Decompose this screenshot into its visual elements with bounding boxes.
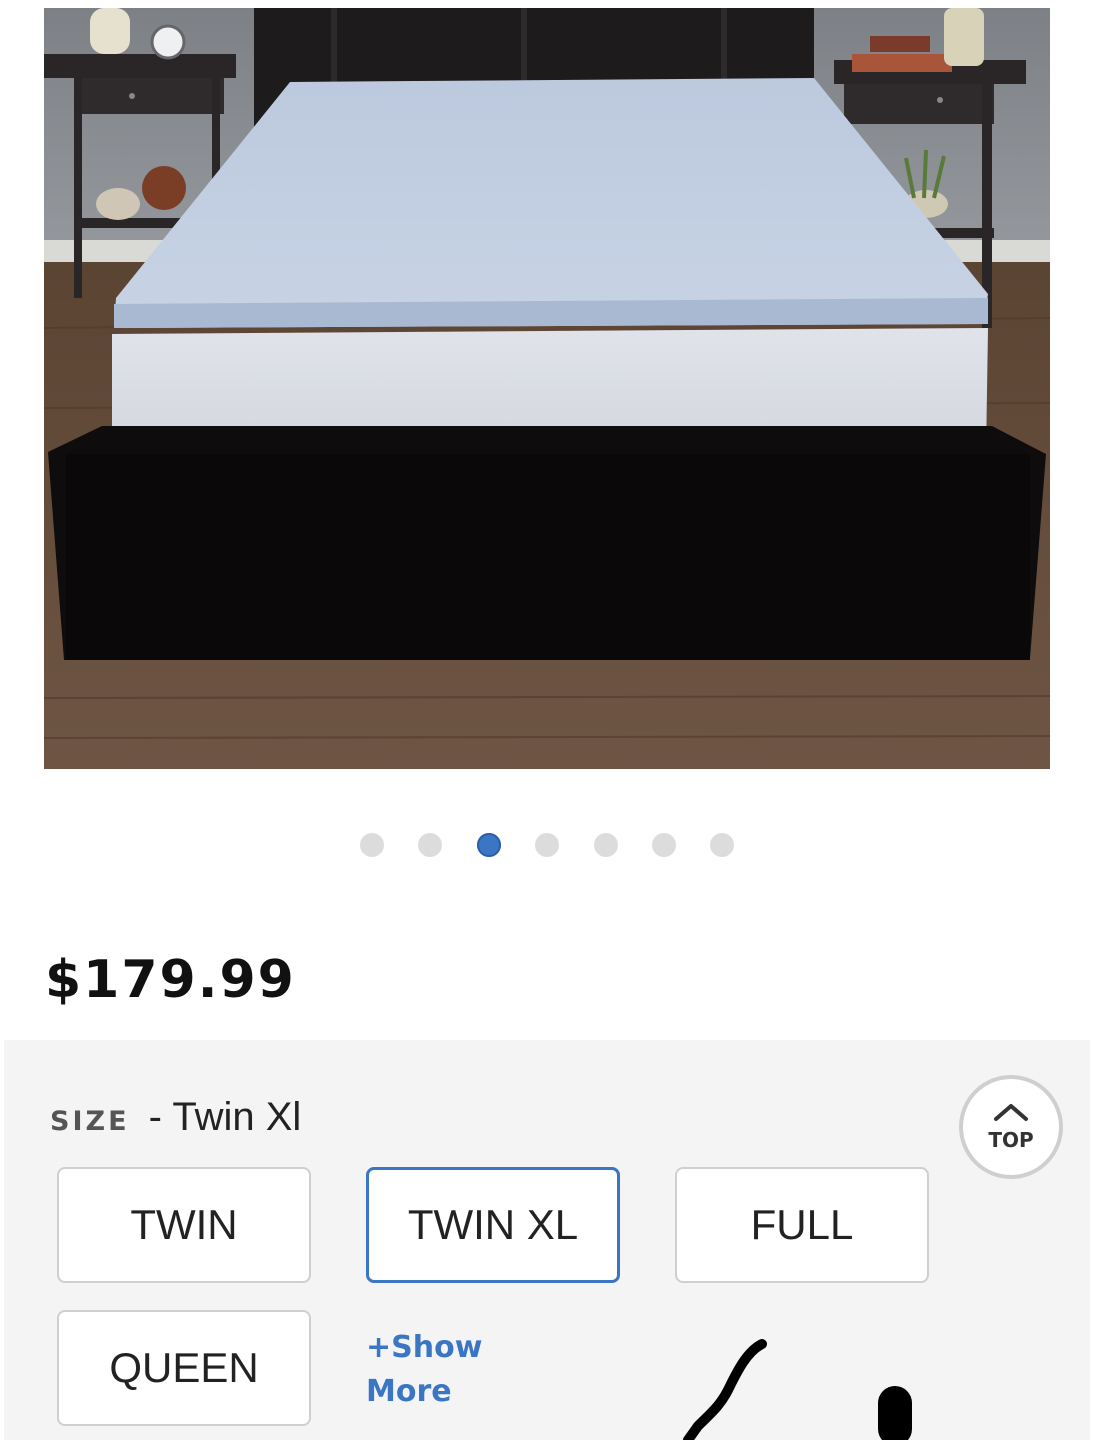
size-option-twin[interactable]: TWIN (57, 1167, 311, 1283)
show-more-link[interactable]: +Show More (366, 1326, 486, 1414)
chevron-up-icon (994, 1104, 1028, 1121)
size-option-twin-xl[interactable]: TWIN XL (366, 1167, 620, 1283)
carousel-dot[interactable] (594, 833, 618, 857)
size-heading: SIZE - Twin Xl (50, 1095, 301, 1140)
carousel-dot[interactable] (418, 833, 442, 857)
carousel-dot-active[interactable] (477, 833, 501, 857)
product-image[interactable] (44, 8, 1050, 769)
size-separator: - (137, 1095, 173, 1139)
chat-widget-icon[interactable] (680, 1330, 940, 1440)
size-label: SIZE (50, 1106, 130, 1137)
carousel-indicators (360, 833, 740, 857)
product-price: $179.99 (45, 950, 296, 1010)
size-option-full[interactable]: FULL (675, 1167, 929, 1283)
selected-size-value: Twin Xl (172, 1095, 302, 1139)
size-option-queen[interactable]: QUEEN (57, 1310, 311, 1426)
carousel-dot[interactable] (710, 833, 734, 857)
back-to-top-label: TOP (988, 1128, 1034, 1152)
back-to-top-button[interactable]: TOP (959, 1075, 1063, 1179)
carousel-dot[interactable] (652, 833, 676, 857)
carousel-dot[interactable] (535, 833, 559, 857)
carousel-dot[interactable] (360, 833, 384, 857)
